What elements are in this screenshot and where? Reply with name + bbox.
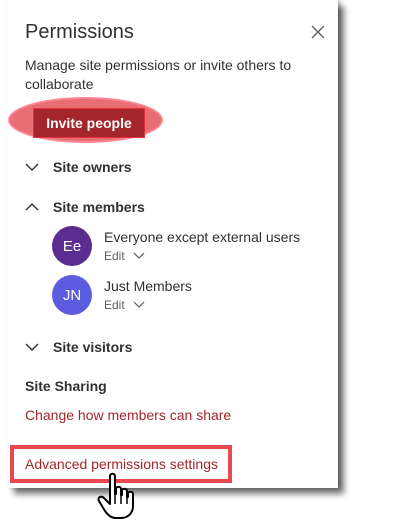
invite-people-button[interactable]: Invite people [33, 108, 145, 138]
close-button[interactable] [311, 25, 325, 39]
section-site-visitors[interactable]: Site visitors [25, 339, 132, 355]
permissions-panel: Permissions Manage site permissions or i… [8, 0, 338, 488]
panel-title: Permissions [25, 21, 134, 43]
page: Permissions Manage site permissions or i… [0, 0, 400, 521]
chevron-down-icon [133, 252, 145, 259]
member-text: Just Members Edit [104, 275, 192, 312]
role-label: Edit [104, 298, 125, 312]
section-label: Site members [53, 199, 145, 215]
hand-pointer-icon [97, 472, 134, 519]
section-label: Site visitors [53, 339, 133, 355]
section-site-owners[interactable]: Site owners [25, 159, 132, 175]
chevron-down-icon [133, 301, 145, 308]
change-sharing-link[interactable]: Change how members can share [25, 407, 231, 423]
panel-description: Manage site permissions or invite others… [25, 57, 292, 92]
close-icon [311, 25, 325, 39]
list-item: JN Just Members Edit [52, 275, 192, 315]
member-name: Just Members [104, 278, 192, 294]
chevron-down-icon [25, 343, 39, 351]
role-label: Edit [104, 249, 125, 263]
site-sharing-heading: Site Sharing [25, 378, 107, 394]
section-label: Site owners [53, 159, 132, 175]
member-text: Everyone except external users Edit [104, 226, 300, 263]
role-dropdown[interactable]: Edit [104, 249, 300, 263]
list-item: Ee Everyone except external users Edit [52, 226, 300, 266]
role-dropdown[interactable]: Edit [104, 298, 192, 312]
member-name: Everyone except external users [104, 229, 301, 245]
avatar: JN [52, 275, 92, 315]
avatar: Ee [52, 226, 92, 266]
section-site-members[interactable]: Site members [25, 199, 145, 215]
chevron-down-icon [25, 163, 39, 171]
chevron-up-icon [25, 203, 39, 211]
